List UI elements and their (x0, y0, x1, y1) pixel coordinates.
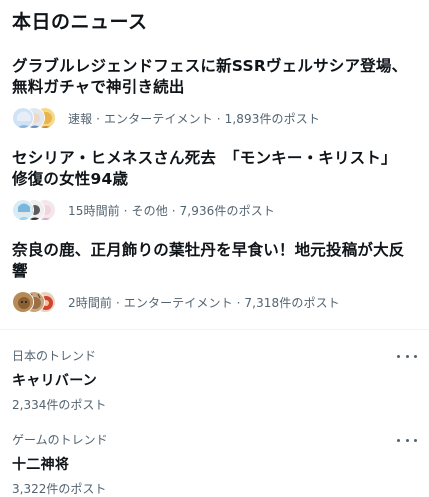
trend-post-count: 3,322件のポスト (12, 482, 107, 496)
news-headline: 奈良の鹿、正月飾りの葉牡丹を早食い！地元投稿が大反響 (12, 241, 405, 280)
avatar-stack (12, 107, 56, 129)
trend-item[interactable]: ゲームのトレンド 十二神将 3,322件のポスト (12, 431, 429, 497)
avatar-stack (12, 199, 56, 221)
news-meta: 15時間前 · その他 · 7,936件のポスト (68, 203, 275, 218)
avatar (12, 107, 34, 129)
section-title: 本日のニュース (12, 11, 148, 33)
avatar (12, 291, 34, 313)
more-options-icon[interactable] (397, 433, 417, 447)
divider (0, 329, 429, 330)
news-meta-row: 15時間前 · その他 · 7,936件のポスト (12, 199, 412, 221)
more-options-icon[interactable] (397, 349, 417, 363)
news-meta: 2時間前 · エンターテイメント · 7,318件のポスト (68, 295, 340, 310)
trend-name: 十二神将 (12, 457, 70, 473)
news-panel: 本日のニュース グラブルレジェンドフェスに新SSRヴェルサシア登場、無料ガチャで… (0, 0, 429, 497)
trend-context: ゲームのトレンド (12, 433, 108, 447)
avatar-stack (12, 291, 56, 313)
news-meta-row: 2時間前 · エンターテイメント · 7,318件のポスト (12, 291, 412, 313)
news-item[interactable]: 奈良の鹿、正月飾りの葉牡丹を早食い！地元投稿が大反響 2時間前 · エンターテイ… (12, 240, 412, 313)
trend-context: 日本のトレンド (12, 349, 97, 363)
news-headline: グラブルレジェンドフェスに新SSRヴェルサシア登場、無料ガチャで神引き続出 (12, 57, 408, 96)
trend-post-count: 2,334件のポスト (12, 398, 107, 412)
news-item[interactable]: グラブルレジェンドフェスに新SSRヴェルサシア登場、無料ガチャで神引き続出 速報… (12, 56, 412, 129)
news-meta-row: 速報 · エンターテイメント · 1,893件のポスト (12, 107, 412, 129)
news-headline: セシリア・ヒメネスさん死去 「モンキー・キリスト」修復の女性94歳 (12, 149, 397, 188)
avatar (12, 199, 34, 221)
news-item[interactable]: セシリア・ヒメネスさん死去 「モンキー・キリスト」修復の女性94歳 15時間前 … (12, 148, 412, 221)
trend-item[interactable]: 日本のトレンド キャリバーン 2,334件のポスト (12, 347, 429, 413)
news-meta: 速報 · エンターテイメント · 1,893件のポスト (68, 111, 320, 126)
trend-name: キャリバーン (12, 373, 98, 389)
